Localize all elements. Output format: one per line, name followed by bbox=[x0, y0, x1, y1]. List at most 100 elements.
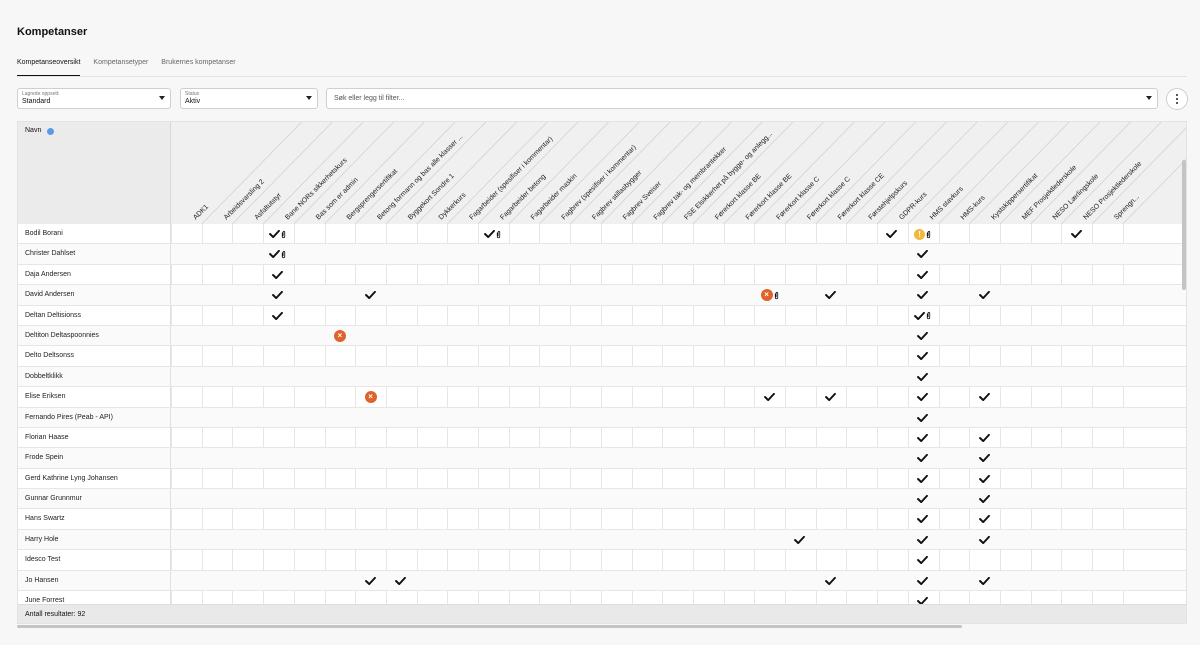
person-name[interactable]: Deltiton Deltaspoonnies bbox=[25, 332, 99, 339]
person-name[interactable]: Elise Eriksen bbox=[25, 393, 65, 400]
check-icon[interactable] bbox=[917, 451, 929, 465]
check-icon[interactable] bbox=[978, 512, 990, 526]
name-cell: Gunnar Grunnmur bbox=[18, 489, 171, 509]
sort-icon[interactable] bbox=[47, 128, 54, 135]
table-row[interactable]: Frode Spein bbox=[18, 448, 1186, 469]
warning-icon[interactable]: ! bbox=[914, 227, 931, 241]
column-header-label[interactable]: Dykkerkurs bbox=[438, 191, 468, 221]
check-icon[interactable] bbox=[364, 288, 376, 302]
check-icon[interactable] bbox=[395, 574, 407, 588]
table-row[interactable]: Fernando Pires (Peab - API) bbox=[18, 407, 1186, 428]
check-icon[interactable] bbox=[272, 288, 284, 302]
check-icon[interactable] bbox=[272, 268, 284, 282]
check-icon[interactable] bbox=[269, 227, 286, 241]
person-name[interactable]: Florian Haase bbox=[25, 434, 69, 441]
vertical-scrollbar[interactable] bbox=[1182, 160, 1186, 290]
check-icon[interactable] bbox=[917, 492, 929, 506]
table-row[interactable]: Jo Hansen bbox=[18, 570, 1186, 592]
table-row[interactable]: Christer Dahlset bbox=[18, 244, 1186, 265]
check-icon[interactable] bbox=[269, 247, 286, 261]
person-name[interactable]: Hans Swartz bbox=[25, 515, 65, 522]
person-name[interactable]: Bodil Borani bbox=[25, 230, 63, 237]
table-row[interactable]: Gerd Kathrine Lyng Johansen bbox=[18, 468, 1186, 490]
column-header-label[interactable]: Asfaltutstyr bbox=[254, 192, 284, 222]
check-icon[interactable] bbox=[917, 472, 929, 486]
check-icon[interactable] bbox=[364, 574, 376, 588]
check-icon[interactable] bbox=[917, 370, 929, 384]
person-name[interactable]: June Forrest bbox=[25, 597, 64, 604]
check-icon[interactable] bbox=[917, 512, 929, 526]
person-name[interactable]: Jo Hansen bbox=[25, 577, 58, 584]
filter-search-input[interactable]: Søk eller legg til filter... bbox=[326, 88, 1158, 109]
check-icon[interactable] bbox=[917, 431, 929, 445]
check-icon[interactable] bbox=[917, 329, 929, 343]
table-row[interactable]: Dobbeltklikk bbox=[18, 366, 1186, 388]
check-icon[interactable] bbox=[886, 227, 898, 241]
person-name[interactable]: David Andersen bbox=[25, 291, 74, 298]
check-icon[interactable] bbox=[917, 553, 929, 567]
check-icon[interactable] bbox=[978, 390, 990, 404]
check-icon[interactable] bbox=[272, 309, 284, 323]
table-row[interactable]: Idesco Test bbox=[18, 550, 1186, 571]
table-row[interactable]: Elise Eriksen × bbox=[18, 387, 1186, 408]
check-icon[interactable] bbox=[794, 533, 806, 547]
person-name[interactable]: Dobbeltklikk bbox=[25, 373, 63, 380]
table-row[interactable]: Florian Haase bbox=[18, 427, 1186, 449]
check-icon[interactable] bbox=[917, 411, 929, 425]
check-icon[interactable] bbox=[917, 247, 929, 261]
tab-kompetansetyper[interactable]: Kompetansetyper bbox=[93, 59, 148, 77]
check-icon[interactable] bbox=[978, 431, 990, 445]
check-icon[interactable] bbox=[484, 227, 501, 241]
person-name[interactable]: Harry Hole bbox=[25, 536, 58, 543]
table-row[interactable]: David Andersen × bbox=[18, 285, 1186, 306]
name-column-header[interactable]: Navn bbox=[18, 122, 171, 224]
column-header-label[interactable]: GDPR-kurs bbox=[898, 191, 929, 222]
table-row[interactable]: Bodil Borani! bbox=[18, 224, 1186, 245]
check-icon[interactable] bbox=[917, 288, 929, 302]
check-icon[interactable] bbox=[1070, 227, 1082, 241]
check-icon[interactable] bbox=[978, 533, 990, 547]
table-row[interactable]: Deltan Deltisionss bbox=[18, 305, 1186, 326]
expired-icon[interactable]: × bbox=[333, 329, 346, 343]
check-icon[interactable] bbox=[917, 268, 929, 282]
expired-icon[interactable]: × bbox=[364, 390, 377, 404]
person-name[interactable]: Deltan Deltisionss bbox=[25, 312, 81, 319]
tab-kompetanseoversikt[interactable]: Kompetanseoversikt bbox=[17, 59, 81, 77]
status-dropdown[interactable]: Status Aktiv bbox=[180, 88, 318, 109]
check-icon[interactable] bbox=[978, 288, 990, 302]
table-row[interactable]: Delto Deltsonss bbox=[18, 346, 1186, 367]
person-name[interactable]: Idesco Test bbox=[25, 556, 60, 563]
person-name[interactable]: Christer Dahlset bbox=[25, 250, 75, 257]
person-name[interactable]: Frode Spein bbox=[25, 454, 63, 461]
person-name[interactable]: Gerd Kathrine Lyng Johansen bbox=[25, 475, 118, 482]
check-icon[interactable] bbox=[978, 492, 990, 506]
tab-brukernes-kompetanser[interactable]: Brukernes kompetanser bbox=[161, 59, 235, 77]
table-row[interactable]: Daja Andersen bbox=[18, 264, 1186, 286]
check-icon[interactable] bbox=[978, 472, 990, 486]
name-cell: Harry Hole bbox=[18, 529, 171, 550]
check-icon[interactable] bbox=[917, 349, 929, 363]
check-icon[interactable] bbox=[914, 309, 931, 323]
person-name[interactable]: Fernando Pires (Peab - API) bbox=[25, 414, 113, 421]
table-row[interactable]: Deltiton Deltaspoonnies × bbox=[18, 325, 1186, 347]
more-options-button[interactable] bbox=[1166, 88, 1188, 110]
check-icon[interactable] bbox=[917, 533, 929, 547]
column-header-label[interactable]: Bane NORs sikkerhetskurs bbox=[284, 157, 349, 222]
check-icon[interactable] bbox=[978, 451, 990, 465]
person-name[interactable]: Gunnar Grunnmur bbox=[25, 495, 82, 502]
check-icon[interactable] bbox=[978, 574, 990, 588]
check-icon[interactable] bbox=[825, 288, 836, 302]
check-icon[interactable] bbox=[825, 390, 836, 404]
person-name[interactable]: Delto Deltsonss bbox=[25, 352, 74, 359]
table-row[interactable]: Gunnar Grunnmur bbox=[18, 489, 1186, 510]
table-row[interactable]: Harry Hole bbox=[18, 529, 1186, 551]
person-name[interactable]: Daja Andersen bbox=[25, 271, 71, 278]
check-icon[interactable] bbox=[825, 574, 836, 588]
check-icon[interactable] bbox=[917, 390, 929, 404]
table-row[interactable]: Hans Swartz bbox=[18, 509, 1186, 530]
horizontal-scrollbar[interactable] bbox=[17, 625, 962, 628]
check-icon[interactable] bbox=[917, 574, 929, 588]
expired-icon[interactable]: × bbox=[760, 288, 779, 302]
saved-setup-dropdown[interactable]: Lagrede oppsett: Standard bbox=[17, 88, 171, 109]
check-icon[interactable] bbox=[763, 390, 775, 404]
